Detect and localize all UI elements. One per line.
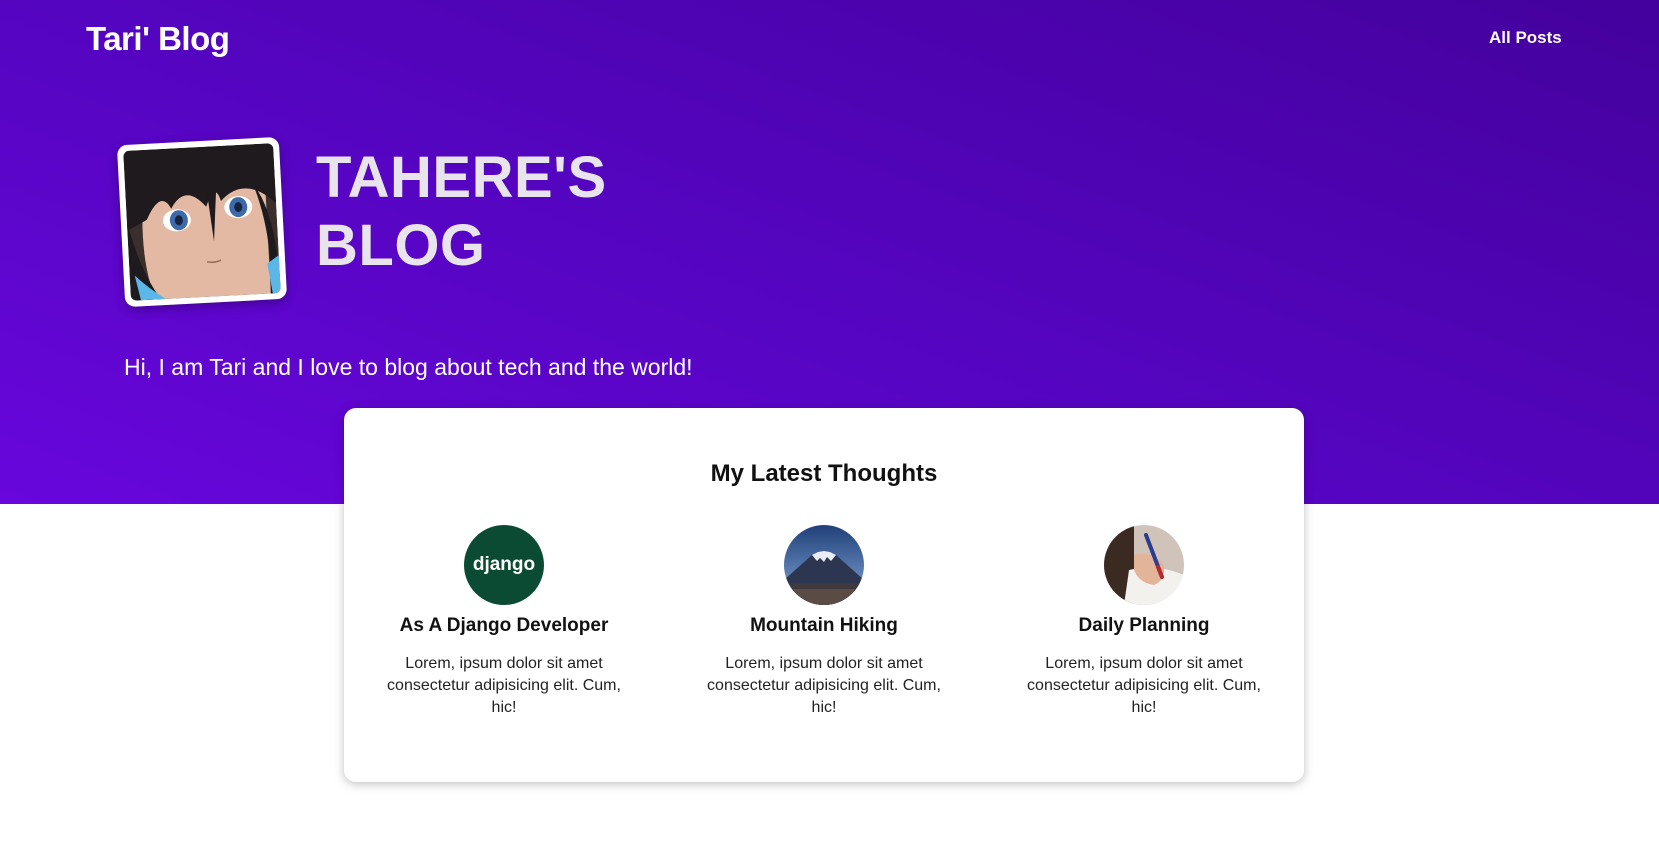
site-title-link[interactable]: Tari' Blog bbox=[86, 20, 230, 58]
post-item-mountain-hiking[interactable]: Mountain Hiking Lorem, ipsum dolor sit a… bbox=[694, 525, 954, 719]
post-thumbnail[interactable]: django bbox=[464, 525, 544, 605]
tagline: Hi, I am Tari and I love to blog about t… bbox=[124, 354, 693, 380]
anime-portrait-icon bbox=[123, 143, 281, 301]
post-item-django[interactable]: django As A Django Developer Lorem, ipsu… bbox=[374, 525, 634, 719]
latest-posts-heading: My Latest Thoughts bbox=[710, 460, 938, 487]
svg-text:django: django bbox=[473, 554, 535, 575]
blog-title: TAHERE'S BLOG bbox=[316, 144, 676, 280]
post-excerpt: Lorem, ipsum dolor sit amet consectetur … bbox=[387, 655, 621, 716]
blog-title-line2: BLOG bbox=[316, 213, 486, 278]
page: Tari' Blog All Posts TAHERE'S BLOG Hi, I… bbox=[0, 0, 1659, 854]
post-excerpt: Lorem, ipsum dolor sit amet consectetur … bbox=[707, 655, 941, 716]
django-logo-icon: django bbox=[464, 525, 544, 605]
post-item-daily-planning[interactable]: Daily Planning Lorem, ipsum dolor sit am… bbox=[1014, 525, 1274, 719]
post-title[interactable]: Daily Planning bbox=[1014, 615, 1274, 637]
mountain-photo-icon bbox=[784, 525, 864, 605]
post-thumbnail[interactable] bbox=[784, 525, 864, 605]
post-excerpt: Lorem, ipsum dolor sit amet consectetur … bbox=[1027, 655, 1261, 716]
writing-hand-photo-icon bbox=[1104, 525, 1184, 605]
nav-all-posts-link[interactable]: All Posts bbox=[1489, 28, 1562, 48]
post-title[interactable]: Mountain Hiking bbox=[694, 615, 954, 637]
blog-title-line1: TAHERE'S bbox=[316, 145, 607, 210]
post-title[interactable]: As A Django Developer bbox=[374, 615, 634, 637]
author-avatar bbox=[116, 136, 288, 308]
latest-posts-card: My Latest Thoughts django As A Django De… bbox=[344, 408, 1304, 782]
post-thumbnail[interactable] bbox=[1104, 525, 1184, 605]
